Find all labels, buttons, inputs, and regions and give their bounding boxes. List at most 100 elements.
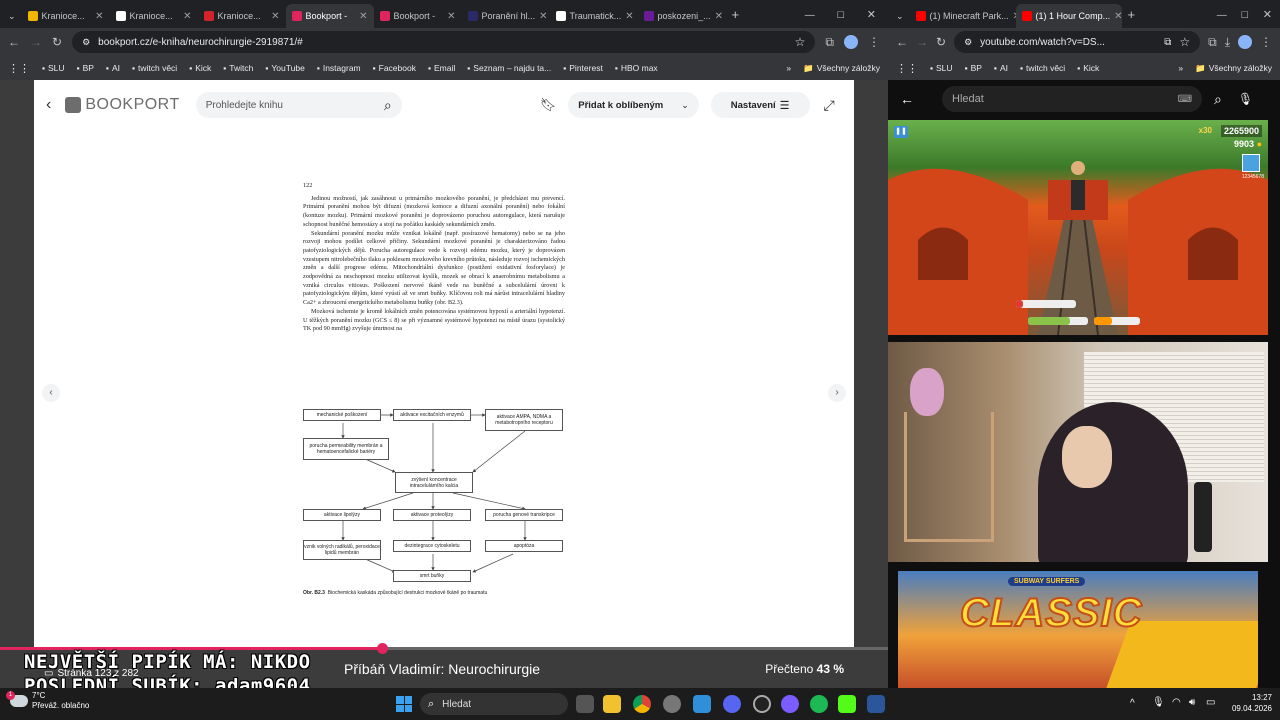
- bookmark-13[interactable]: ▪ HBO max: [615, 63, 658, 73]
- right-more-bookmarks-icon[interactable]: »: [1178, 63, 1183, 73]
- close-window-button[interactable]: ✕: [867, 8, 876, 21]
- right-back-icon[interactable]: ←: [896, 35, 908, 49]
- bookmark-5[interactable]: ▪ Kick: [189, 63, 211, 73]
- bookmark-icon[interactable]: 🔖︎: [540, 97, 557, 113]
- bookmark-3[interactable]: ▪ AI: [994, 63, 1008, 73]
- photos-icon[interactable]: [693, 695, 711, 713]
- add-favorite-button[interactable]: Přidat k oblíbeným ⌄: [568, 92, 699, 118]
- bookmark-10[interactable]: ▪ Email: [428, 63, 455, 73]
- address-bar[interactable]: ⚙ bookport.cz/e-kniha/neurochirurgie-291…: [72, 31, 816, 53]
- bookmark-12[interactable]: ▪ Pinterest: [563, 63, 603, 73]
- bookmark-1[interactable]: ▪ SLU: [930, 63, 953, 73]
- right-tab-1[interactable]: (1) Minecraft Park...✕: [910, 4, 1016, 28]
- apps-icon[interactable]: ⋮⋮: [8, 62, 30, 75]
- yt-search-field[interactable]: Hledat ⌨: [942, 86, 1202, 112]
- bookmark-4[interactable]: ▪ twitch věci: [132, 63, 177, 73]
- right-tab-2[interactable]: (1) 1 Hour Comp... ✕: [1015, 4, 1122, 28]
- right-extensions-icon[interactable]: ⧉: [1208, 35, 1217, 50]
- discord-icon[interactable]: [723, 695, 741, 713]
- tab-close-icon[interactable]: ✕: [359, 11, 367, 22]
- bookmark-7[interactable]: ▪ YouTube: [265, 63, 304, 73]
- right-profile-avatar[interactable]: [1238, 35, 1252, 49]
- spotify-icon[interactable]: [810, 695, 828, 713]
- tab-close-icon[interactable]: ✕: [447, 11, 455, 22]
- download-icon[interactable]: ⤓: [1225, 35, 1230, 50]
- back-arrow-icon[interactable]: ‹: [46, 96, 51, 114]
- back-icon[interactable]: ←: [8, 35, 20, 49]
- maximize-button[interactable]: ☐: [837, 10, 845, 21]
- extensions-icon[interactable]: ⧉: [825, 35, 834, 50]
- keyboard-icon[interactable]: ⌨: [1178, 94, 1192, 105]
- left-tab-8[interactable]: poskozeni_... ✕: [638, 4, 726, 28]
- menu-icon[interactable]: ⋮: [868, 35, 880, 49]
- bookmark-6[interactable]: ▪ Twitch: [223, 63, 253, 73]
- right-reload-icon[interactable]: ↻: [936, 35, 946, 49]
- reload-icon[interactable]: ↻: [52, 35, 62, 49]
- right-apps-icon[interactable]: ⋮⋮: [896, 62, 918, 75]
- bookmark-star-icon[interactable]: ☆: [795, 35, 806, 49]
- mic-icon[interactable]: 🎙︎: [1238, 92, 1253, 106]
- left-tab-5[interactable]: Bookport - ✕: [374, 4, 462, 28]
- right-menu-icon[interactable]: ⋮: [1260, 35, 1272, 49]
- task-view-icon[interactable]: [576, 695, 594, 713]
- prev-page-button[interactable]: ‹: [42, 384, 60, 402]
- start-button[interactable]: [396, 696, 412, 712]
- minimize-button[interactable]: —: [805, 10, 815, 21]
- yt-search-icon[interactable]: ⌕: [1214, 91, 1222, 108]
- tab-close-icon[interactable]: ✕: [183, 11, 191, 22]
- bookmark-8[interactable]: ▪ Instagram: [317, 63, 361, 73]
- left-tab-4[interactable]: Bookport - ✕: [285, 4, 374, 28]
- next-page-button[interactable]: ›: [828, 384, 846, 402]
- search-input[interactable]: Prohledejte knihu: [206, 100, 283, 111]
- battery-icon[interactable]: ▭: [1206, 697, 1215, 708]
- right-minimize-button[interactable]: —: [1217, 10, 1227, 21]
- book-search-field[interactable]: Prohledejte knihu ⌕: [195, 92, 402, 118]
- bookmark-11[interactable]: ▪ Seznam – najdu ta...: [467, 63, 551, 73]
- settings-icon[interactable]: [663, 695, 681, 713]
- obs-icon[interactable]: [753, 695, 771, 713]
- chrome-icon[interactable]: [633, 695, 651, 713]
- right-all-bookmarks[interactable]: 📁 Všechny záložky: [1195, 63, 1272, 74]
- right-address-bar[interactable]: ⚙ youtube.com/watch?v=DS... ⧉ ☆: [954, 31, 1201, 53]
- microphone-tray-icon[interactable]: 🎙︎: [1152, 697, 1165, 708]
- fullscreen-icon[interactable]: ⤢: [824, 97, 835, 114]
- yt-back-icon[interactable]: ←: [900, 91, 914, 107]
- bookmark-9[interactable]: ▪ Facebook: [373, 63, 416, 73]
- tab-close-icon[interactable]: ✕: [1114, 11, 1121, 22]
- tab-close-icon[interactable]: ✕: [271, 11, 279, 22]
- word-icon[interactable]: [867, 695, 885, 713]
- file-explorer-icon[interactable]: [603, 695, 621, 713]
- taskbar-search[interactable]: ⌕ Hledat: [420, 693, 568, 715]
- subway-classic-thumbnail[interactable]: SUBWAY SURFERS CLASSIC: [898, 571, 1258, 688]
- right-close-window-button[interactable]: ✕: [1263, 8, 1272, 21]
- cast-icon[interactable]: ⧉: [1164, 37, 1171, 48]
- twitch-studio-icon[interactable]: [781, 695, 799, 713]
- tab-close-icon[interactable]: ✕: [95, 11, 103, 22]
- site-info-icon[interactable]: ⚙: [82, 37, 90, 48]
- chevron-down-icon[interactable]: ⌄: [681, 100, 689, 111]
- bookmark-1[interactable]: ▪ SLU: [42, 63, 65, 73]
- right-new-tab-button[interactable]: +: [1128, 7, 1136, 22]
- more-bookmarks-icon[interactable]: »: [786, 63, 791, 73]
- right-tab-list-icon[interactable]: ⌄: [896, 11, 904, 22]
- clock[interactable]: 13:27 09.04.2026: [1226, 692, 1272, 714]
- bookmark-2[interactable]: ▪ BP: [77, 63, 94, 73]
- left-tab-2[interactable]: Kranioce... ✕: [110, 4, 198, 28]
- right-bookmark-star-icon[interactable]: ☆: [1179, 35, 1190, 49]
- bookmark-5[interactable]: ▪ Kick: [1077, 63, 1099, 73]
- settings-button[interactable]: Nastavení ☰: [710, 92, 810, 118]
- volume-icon[interactable]: 🔊︎: [1189, 697, 1195, 708]
- tab-close-icon[interactable]: ✕: [625, 11, 633, 22]
- kick-icon[interactable]: [838, 695, 856, 713]
- tab-list-icon[interactable]: ⌄: [8, 11, 16, 22]
- tab-close-icon[interactable]: ✕: [715, 11, 723, 22]
- tray-chevron-icon[interactable]: ^: [1130, 698, 1135, 709]
- search-icon[interactable]: ⌕: [384, 97, 392, 114]
- bookmark-4[interactable]: ▪ twitch věci: [1020, 63, 1065, 73]
- left-tab-7[interactable]: Traumatick... ✕: [550, 4, 638, 28]
- bookmark-3[interactable]: ▪ AI: [106, 63, 120, 73]
- pause-button[interactable]: ❚❚: [894, 126, 908, 138]
- left-tab-3[interactable]: Kranioce... ✕: [198, 4, 286, 28]
- left-tab-6[interactable]: Poranění hl... ✕: [462, 4, 550, 28]
- bookport-logo[interactable]: BOOKPORT: [65, 96, 179, 114]
